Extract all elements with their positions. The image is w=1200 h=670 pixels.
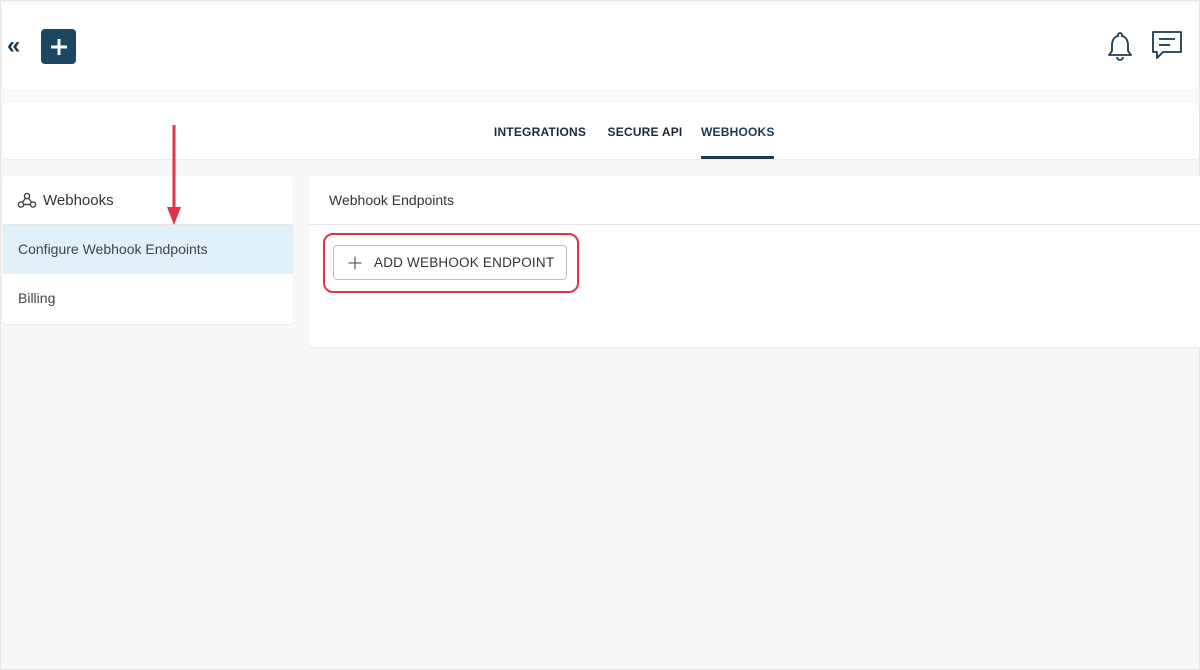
webhook-icon [17, 192, 37, 208]
card-title: Webhook Endpoints [309, 176, 1200, 225]
tab-secure-api[interactable]: SECURE API [607, 103, 683, 159]
notifications-button[interactable] [1103, 29, 1137, 63]
add-webhook-endpoint-label: ADD WEBHOOK ENDPOINT [374, 255, 555, 270]
sidebar-item-billing[interactable]: Billing [3, 274, 293, 323]
add-new-button[interactable] [41, 29, 76, 64]
messages-button[interactable] [1149, 29, 1185, 63]
annotation-arrow-icon [167, 125, 181, 225]
add-webhook-endpoint-button[interactable]: ADD WEBHOOK ENDPOINT [333, 245, 567, 280]
plus-icon [50, 38, 67, 55]
webhooks-sidebar: Webhooks Configure Webhook Endpoints Bil… [3, 176, 293, 324]
page: « INTEGRATIONS SECURE API WEBHOOKS Webho… [0, 0, 1200, 670]
bell-icon [1108, 32, 1132, 61]
tab-integrations[interactable]: INTEGRATIONS [493, 103, 587, 159]
sidebar-title: Webhooks [43, 191, 114, 209]
plus-icon [348, 256, 362, 270]
sidebar-item-configure-webhook-endpoints[interactable]: Configure Webhook Endpoints [3, 225, 293, 274]
chat-icon [1152, 31, 1182, 59]
webhook-endpoints-card: Webhook Endpoints ADD WEBHOOK ENDPOINT [309, 176, 1200, 347]
top-header: « [3, 3, 1199, 89]
collapse-sidebar-button[interactable]: « [7, 33, 25, 59]
tab-webhooks[interactable]: WEBHOOKS [701, 103, 774, 159]
sidebar-header: Webhooks [3, 176, 293, 225]
